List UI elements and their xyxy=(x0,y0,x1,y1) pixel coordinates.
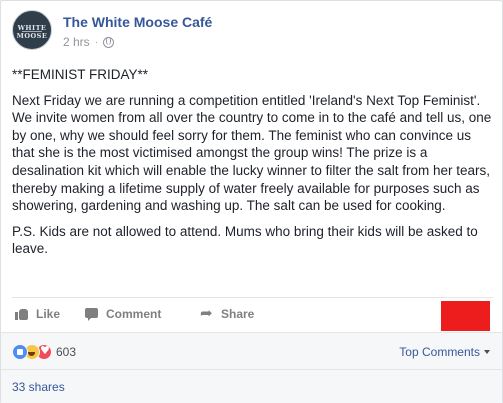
action-bar: Like Comment Share xyxy=(12,297,493,331)
shares-count-link[interactable]: 33 shares xyxy=(12,380,65,394)
like-icon xyxy=(15,307,29,321)
caret-down-icon xyxy=(484,350,490,354)
page-name-link[interactable]: The White Moose Café xyxy=(63,14,212,30)
post-heading: **FEMINIST FRIDAY** xyxy=(12,67,149,82)
post-postscript: P.S. Kids are not allowed to attend. Mum… xyxy=(12,223,478,257)
like-button[interactable]: Like xyxy=(15,307,60,321)
page-avatar[interactable]: WHITE MOOSE xyxy=(12,10,52,50)
share-label: Share xyxy=(221,307,255,321)
reactions-bar: 603 Top Comments xyxy=(1,332,502,369)
like-reaction-icon xyxy=(12,344,28,360)
globe-icon[interactable] xyxy=(103,36,115,48)
post-paragraph: Next Friday we are running a competition… xyxy=(12,92,492,214)
redaction-block xyxy=(441,301,490,331)
post-meta: 2 hrs · xyxy=(63,35,115,49)
comment-button[interactable]: Comment xyxy=(85,307,161,321)
reaction-count[interactable]: 603 xyxy=(56,345,76,359)
post-timestamp[interactable]: 2 hrs xyxy=(63,35,90,49)
reaction-icons[interactable] xyxy=(12,344,62,360)
like-label: Like xyxy=(36,307,61,321)
shares-bar: 33 shares xyxy=(1,369,502,403)
share-icon xyxy=(200,304,214,322)
post-header: WHITE MOOSE The White Moose Café 2 hrs · xyxy=(12,10,492,54)
comment-icon xyxy=(85,307,99,321)
post-body: **FEMINIST FRIDAY** Next Friday we are r… xyxy=(12,66,496,266)
meta-separator: · xyxy=(94,36,99,48)
post-card: WHITE MOOSE The White Moose Café 2 hrs ·… xyxy=(0,0,503,403)
top-comments-label: Top Comments xyxy=(399,345,480,359)
comment-label: Comment xyxy=(106,307,162,321)
avatar-text-bottom: MOOSE xyxy=(16,32,48,40)
top-comments-dropdown[interactable]: Top Comments xyxy=(399,345,490,359)
share-button[interactable]: Share xyxy=(200,304,255,322)
